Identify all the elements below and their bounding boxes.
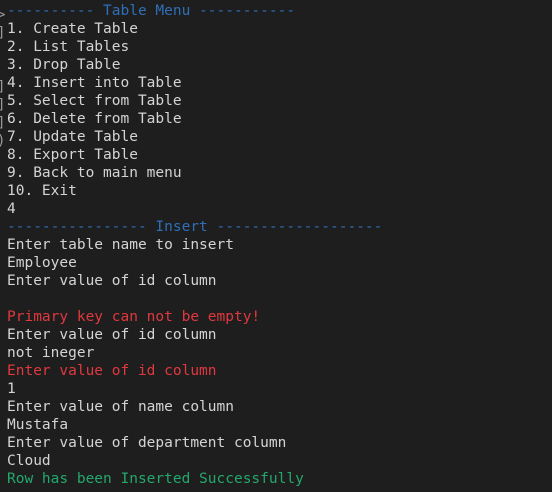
terminal-line: 4: [7, 201, 16, 217]
terminal-line: 10. Exit: [7, 183, 77, 199]
terminal-left-gutter: > ] ] ] ] ): [0, 7, 6, 149]
terminal-line: Enter value of id column: [7, 273, 217, 289]
terminal-line: 5. Select from Table: [7, 93, 182, 109]
terminal-line: Mustafa: [7, 417, 69, 433]
terminal-line: 1: [7, 381, 16, 397]
terminal-line: 1. Create Table: [7, 21, 138, 37]
terminal-line: Enter value of id column: [7, 327, 217, 343]
terminal-window[interactable]: > ] ] ] ] ) ---------- Table Menu ------…: [0, 0, 552, 492]
terminal-line: Enter value of department column: [7, 435, 287, 451]
terminal-line: Enter value of name column: [7, 399, 234, 415]
terminal-cutoff-line: ---------------- ------------------: [0, 488, 552, 492]
terminal-line: ---------- Table Menu -----------: [7, 3, 296, 19]
terminal-line: 2. List Tables: [7, 39, 130, 55]
terminal-line: 4. Insert into Table: [7, 75, 182, 91]
terminal-line: Cloud: [7, 453, 51, 469]
terminal-line: 8. Export Table: [7, 147, 138, 163]
terminal-output: ---------- Table Menu ----------- 1. Crea…: [7, 2, 382, 488]
terminal-line: 7. Update Table: [7, 129, 138, 145]
terminal-line: 6. Delete from Table: [7, 111, 182, 127]
terminal-line: ---------------- Insert ----------------…: [7, 219, 383, 235]
terminal-line: 9. Back to main menu: [7, 165, 182, 181]
terminal-line: Employee: [7, 255, 77, 271]
terminal-line: Primary key can not be empty!: [7, 309, 261, 325]
terminal-line: not ineger: [7, 345, 95, 361]
terminal-line: Row has been Inserted Successfully: [7, 471, 304, 487]
terminal-line: 3. Drop Table: [7, 57, 121, 73]
terminal-line: Enter table name to insert: [7, 237, 234, 253]
terminal-line: Enter value of id column: [7, 363, 217, 379]
